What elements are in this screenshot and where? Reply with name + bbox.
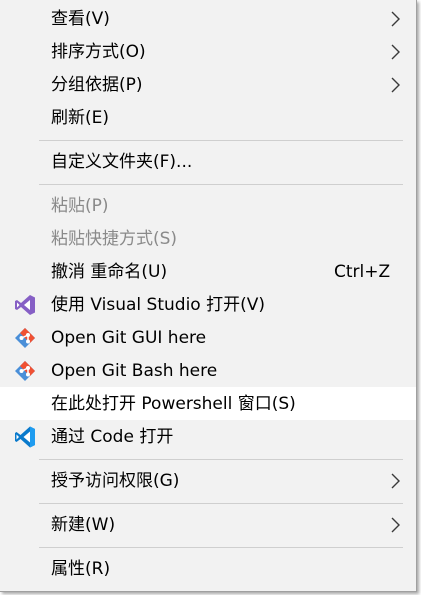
menu-item-label: 查看(V) [51, 9, 110, 29]
menu-item-new[interactable]: 新建(W) [0, 508, 416, 541]
menu-item-group-by[interactable]: 分组依据(P) [0, 68, 416, 101]
menu-item-label: 撤消 重命名(U) [51, 262, 168, 282]
menu-item-label: 粘贴快捷方式(S) [51, 229, 178, 249]
git-bash-icon [13, 359, 37, 383]
menu-separator [39, 459, 403, 460]
menu-item-label: 排序方式(O) [51, 42, 146, 62]
chevron-right-icon [389, 77, 403, 93]
menu-item-sort-by[interactable]: 排序方式(O) [0, 35, 416, 68]
menu-item-give-access[interactable]: 授予访问权限(G) [0, 464, 416, 497]
chevron-right-icon [389, 44, 403, 60]
menu-item-label: 粘贴(P) [51, 196, 109, 216]
git-gui-icon [13, 326, 37, 350]
menu-item-label: 使用 Visual Studio 打开(V) [51, 295, 266, 315]
menu-item-label: 授予访问权限(G) [51, 471, 180, 491]
menu-item-undo-rename[interactable]: 撤消 重命名(U) Ctrl+Z [0, 255, 416, 288]
chevron-right-icon [389, 517, 403, 533]
menu-separator [39, 503, 403, 504]
visual-studio-icon [13, 293, 37, 317]
menu-separator [39, 140, 403, 141]
menu-item-open-git-bash[interactable]: Open Git Bash here [0, 354, 416, 387]
menu-separator [39, 184, 403, 185]
menu-item-label: 新建(W) [51, 515, 116, 535]
menu-item-label: Open Git Bash here [51, 361, 218, 381]
menu-item-open-powershell[interactable]: 在此处打开 Powershell 窗口(S) [0, 387, 416, 420]
menu-item-label: 属性(R) [51, 559, 111, 579]
menu-item-label: 在此处打开 Powershell 窗口(S) [51, 394, 296, 414]
chevron-right-icon [389, 473, 403, 489]
menu-separator [39, 547, 403, 548]
menu-item-open-git-gui[interactable]: Open Git GUI here [0, 321, 416, 354]
menu-item-open-with-code[interactable]: 通过 Code 打开 [0, 420, 416, 453]
chevron-right-icon [389, 11, 403, 27]
menu-item-refresh[interactable]: 刷新(E) [0, 101, 416, 134]
menu-item-label: 自定义文件夹(F)... [51, 152, 193, 172]
menu-item-label: 分组依据(P) [51, 75, 143, 95]
menu-item-view[interactable]: 查看(V) [0, 2, 416, 35]
menu-item-label: 通过 Code 打开 [51, 427, 174, 447]
menu-item-paste-shortcut: 粘贴快捷方式(S) [0, 222, 416, 255]
menu-item-properties[interactable]: 属性(R) [0, 552, 416, 585]
menu-item-label: Open Git GUI here [51, 328, 207, 348]
context-menu: 查看(V) 排序方式(O) 分组依据(P) 刷新(E) 自定义文件夹(F)...… [0, 0, 417, 592]
menu-item-label: 刷新(E) [51, 108, 110, 128]
menu-item-customize-folder[interactable]: 自定义文件夹(F)... [0, 145, 416, 178]
menu-item-open-visual-studio[interactable]: 使用 Visual Studio 打开(V) [0, 288, 416, 321]
menu-item-paste: 粘贴(P) [0, 189, 416, 222]
menu-item-shortcut: Ctrl+Z [334, 262, 391, 282]
vscode-icon [13, 425, 37, 449]
